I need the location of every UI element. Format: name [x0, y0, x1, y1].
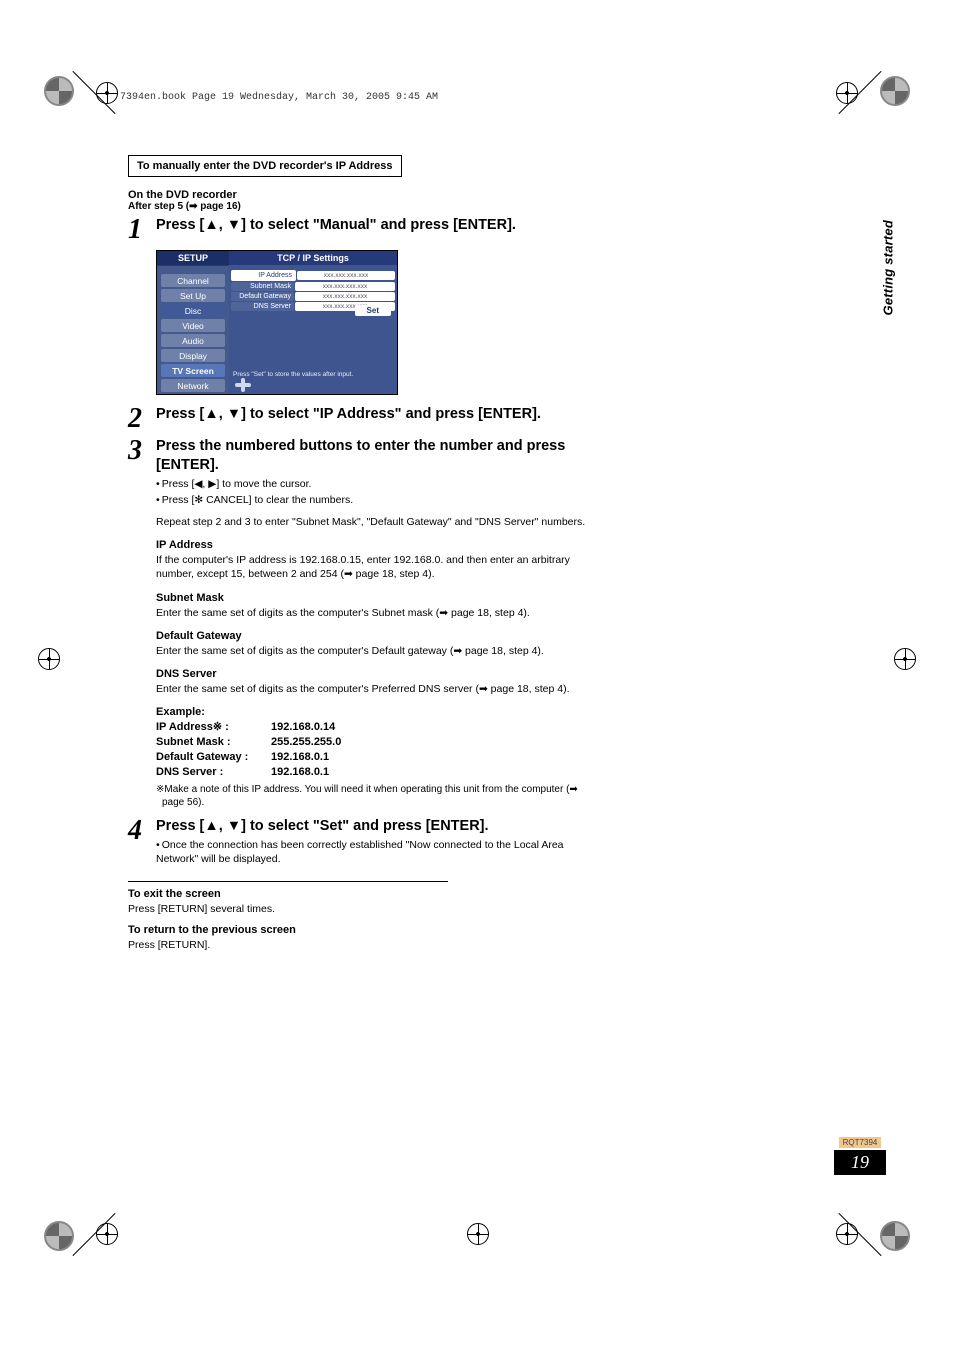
cfg-value: xxx.xxx.xxx.xxx [297, 271, 395, 280]
example-key: Default Gateway : [156, 750, 271, 765]
cfg-label: DNS Server [231, 302, 294, 311]
cfg-value: xxx.xxx.xxx.xxx [295, 282, 395, 291]
return-body: Press [RETURN]. [128, 938, 588, 952]
panel-right-title: TCP / IP Settings [229, 251, 397, 265]
intro-line-2: After step 5 (➡ page 16) [128, 201, 588, 212]
field-title-ip: IP Address [156, 539, 588, 551]
intro-line-1: On the DVD recorder [128, 189, 588, 201]
corner-mark-icon [44, 1221, 74, 1251]
field-body: Enter the same set of digits as the comp… [156, 606, 588, 620]
step-title: Press [▲, ▼] to select "IP Address" and … [156, 405, 588, 424]
exit-body: Press [RETURN] several times. [128, 902, 588, 916]
return-title: To return to the previous screen [128, 924, 588, 936]
example-grid: IP Address※ :192.168.0.14 Subnet Mask :2… [156, 720, 588, 779]
example-value: 192.168.0.1 [271, 750, 588, 765]
example-key: DNS Server : [156, 765, 271, 780]
field-title-gateway: Default Gateway [156, 630, 588, 642]
setup-screen-figure: SETUP Channel Set Up Disc Video Audio Di… [156, 250, 398, 395]
setup-header: SETUP [157, 251, 229, 266]
step-number: 1 [128, 216, 156, 244]
menu-item: TV Screen [161, 364, 225, 377]
cfg-label: Subnet Mask [231, 282, 294, 291]
exit-title: To exit the screen [128, 888, 588, 900]
example-heading: Example: [156, 706, 588, 718]
register-mark-icon [894, 648, 916, 670]
menu-item: Disc [161, 304, 225, 317]
page-content: To manually enter the DVD recorder's IP … [128, 155, 588, 952]
step-number: 4 [128, 817, 156, 845]
menu-item: Channel [161, 274, 225, 287]
example-value: 192.168.0.1 [271, 765, 588, 780]
field-body: If the computer's IP address is 192.168.… [156, 553, 588, 581]
menu-item-network: Network [161, 379, 225, 392]
corner-mark-icon [880, 1221, 910, 1251]
page-number: 19 [834, 1150, 886, 1175]
menu-item: Audio [161, 334, 225, 347]
step-number: 3 [128, 437, 156, 465]
example-footnote: ※Make a note of this IP address. You wil… [156, 783, 588, 809]
cfg-label-ip: IP Address [231, 270, 296, 281]
register-mark-icon [467, 1223, 489, 1245]
example-value: 255.255.255.0 [271, 735, 588, 750]
corner-mark-icon [44, 76, 74, 106]
field-title-subnet: Subnet Mask [156, 592, 588, 604]
step-title: Press [▲, ▼] to select "Manual" and pres… [156, 216, 588, 235]
register-mark-icon [96, 1223, 118, 1245]
example-key: Subnet Mask : [156, 735, 271, 750]
doc-number: RQT7394 [839, 1137, 882, 1148]
corner-mark-icon [880, 76, 910, 106]
step-sub-bullet: Press [✻ CANCEL] to clear the numbers. [156, 493, 588, 507]
menu-item: Display [161, 349, 225, 362]
register-mark-icon [836, 82, 858, 104]
panel-footer-text: Press "Set" to store the values after in… [233, 371, 393, 378]
field-body: Enter the same set of digits as the comp… [156, 644, 588, 658]
cfg-value: xxx.xxx.xxx.xxx [295, 292, 395, 301]
register-mark-icon [38, 648, 60, 670]
example-key: IP Address※ : [156, 720, 271, 735]
dpad-icon [235, 378, 251, 392]
section-title-box: To manually enter the DVD recorder's IP … [128, 155, 402, 177]
print-header: 7394en.book Page 19 Wednesday, March 30,… [120, 92, 438, 103]
step-3: 3 Press the numbered buttons to enter th… [128, 437, 588, 809]
divider [128, 881, 448, 882]
step-4: 4 Press [▲, ▼] to select "Set" and press… [128, 817, 588, 866]
step-sub-bullet: Press [◀, ▶] to move the cursor. [156, 477, 588, 491]
field-body: Enter the same set of digits as the comp… [156, 682, 588, 696]
step-post-note: Once the connection has been correctly e… [156, 838, 588, 866]
example-value: 192.168.0.14 [271, 720, 588, 735]
section-tab: Getting started [880, 220, 895, 315]
repeat-note: Repeat step 2 and 3 to enter "Subnet Mas… [156, 515, 588, 529]
field-title-dns: DNS Server [156, 668, 588, 680]
step-2: 2 Press [▲, ▼] to select "IP Address" an… [128, 405, 588, 433]
register-mark-icon [96, 82, 118, 104]
menu-item: Set Up [161, 289, 225, 302]
menu-item: Video [161, 319, 225, 332]
cfg-label: Default Gateway [231, 292, 294, 301]
step-title: Press [▲, ▼] to select "Set" and press [… [156, 817, 588, 836]
step-number: 2 [128, 405, 156, 433]
register-mark-icon [836, 1223, 858, 1245]
step-1: 1 Press [▲, ▼] to select "Manual" and pr… [128, 216, 588, 244]
page-footer: RQT7394 19 [834, 1136, 886, 1175]
set-button-figure: Set [355, 305, 391, 316]
step-title: Press the numbered buttons to enter the … [156, 437, 588, 475]
